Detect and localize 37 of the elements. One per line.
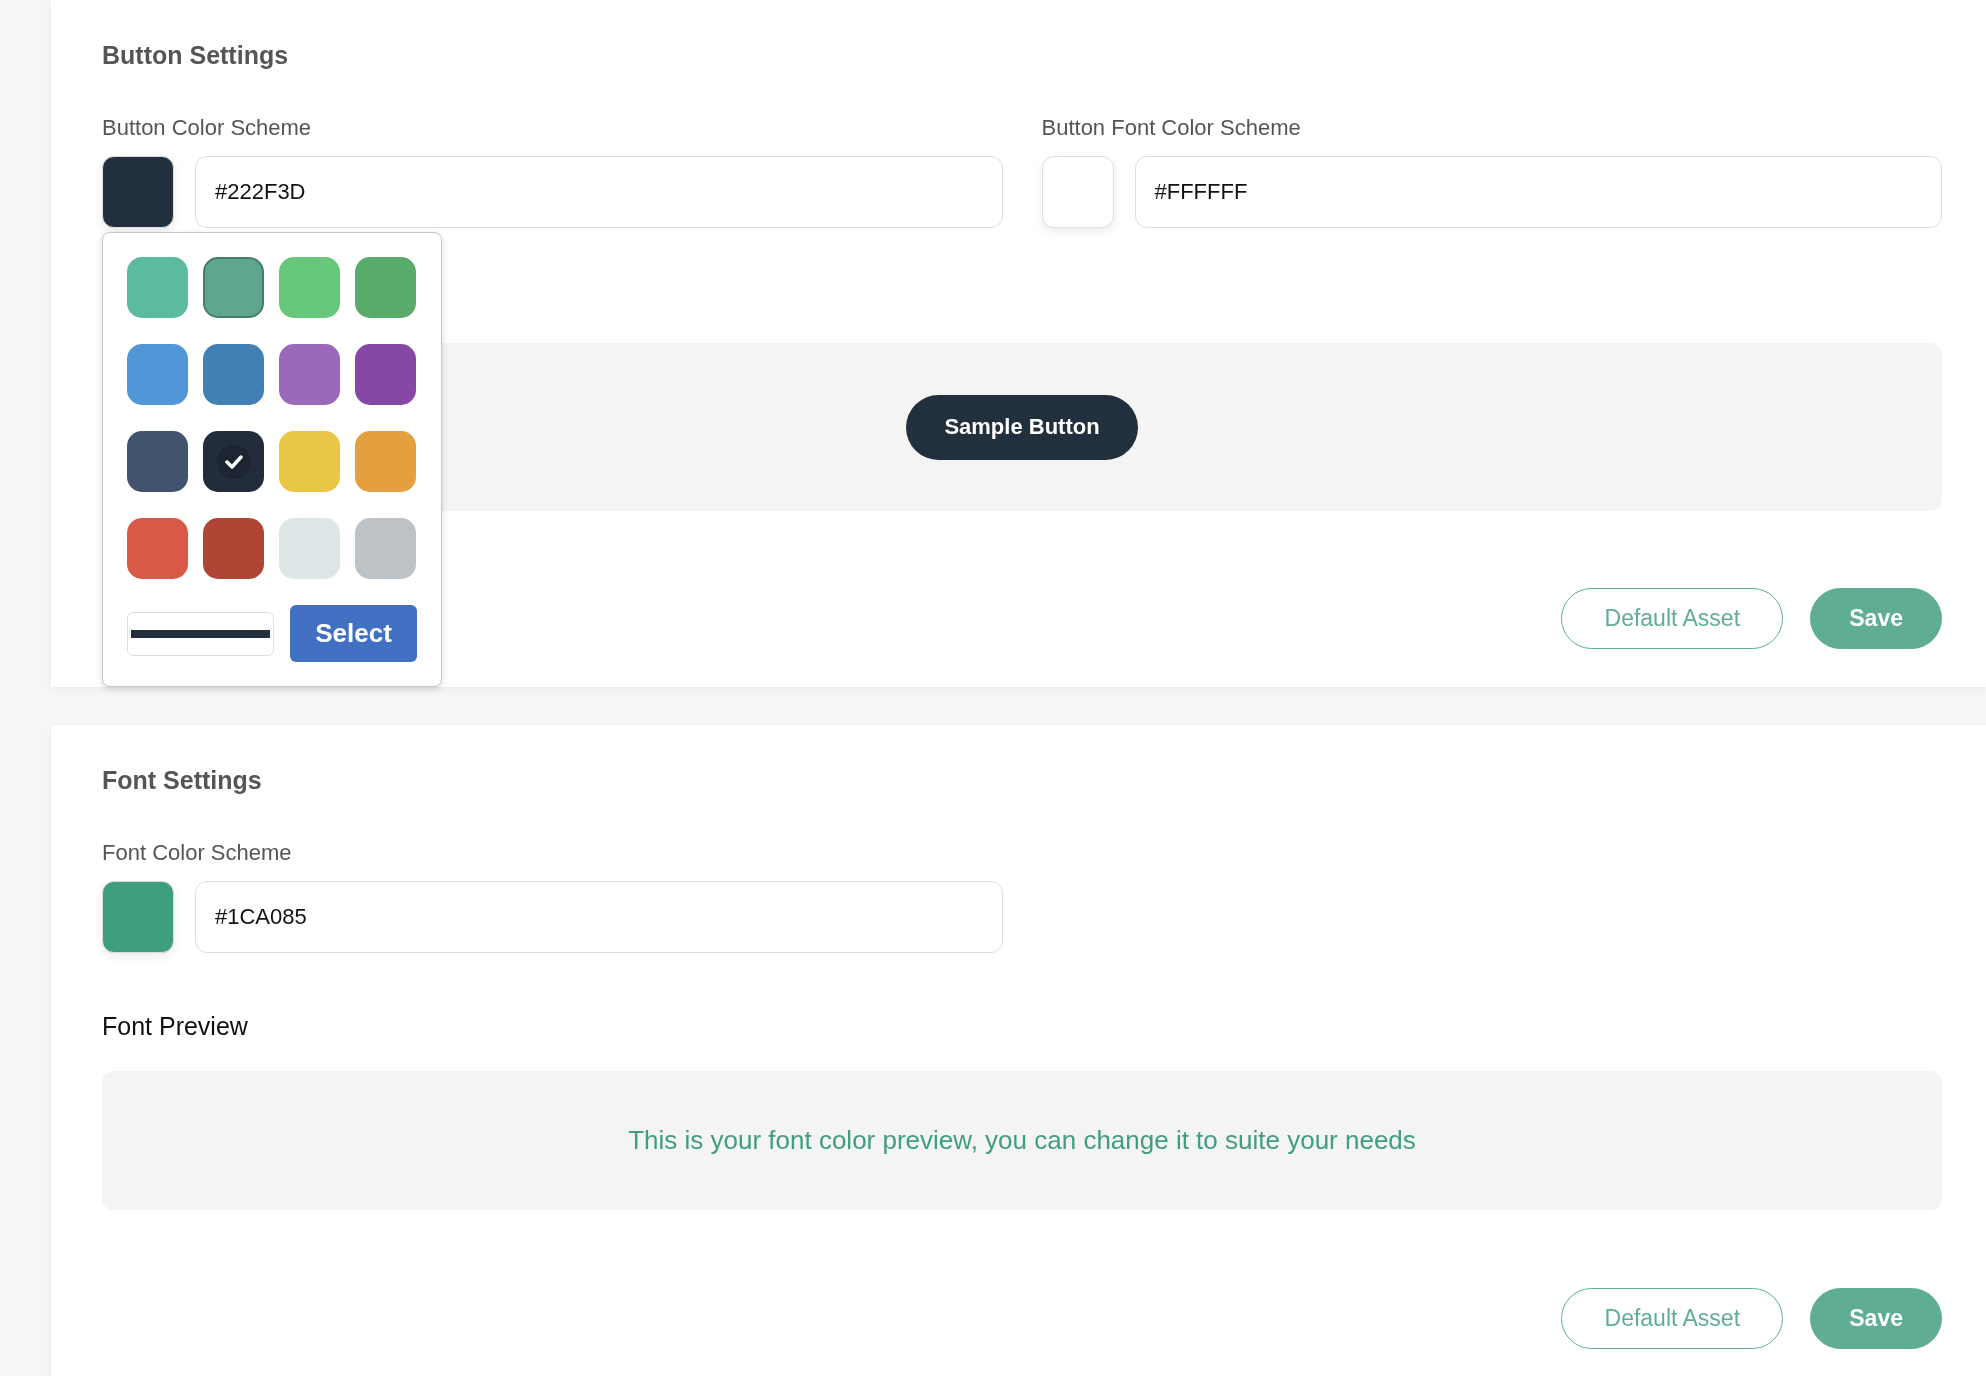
color-option[interactable]	[279, 518, 340, 579]
hex-input-field[interactable]: #222F3D	[195, 156, 1003, 228]
section-title: Font Settings	[102, 766, 263, 795]
color-option[interactable]	[355, 344, 416, 405]
color-option[interactable]	[355, 518, 416, 579]
color-option[interactable]	[355, 257, 416, 318]
color-option[interactable]	[355, 431, 416, 492]
hex-input-field[interactable]: #FFFFFF	[1134, 156, 1942, 228]
color-option[interactable]	[279, 257, 340, 318]
default-asset-button[interactable]: Default Asset	[1561, 588, 1784, 649]
color-option[interactable]	[203, 431, 264, 492]
color-input-field[interactable]	[127, 611, 274, 656]
select-button[interactable]: Select	[290, 605, 417, 662]
section-title: Button Settings	[102, 41, 290, 70]
field-label: Button Font Color Scheme	[1041, 115, 1302, 141]
color-swatch[interactable]	[102, 156, 174, 228]
field-label: Button Color Scheme	[102, 115, 313, 141]
default-asset-button[interactable]: Default Asset	[1561, 1288, 1784, 1349]
checkmark-icon	[224, 454, 243, 469]
color-option[interactable]	[203, 344, 264, 405]
preview-label: Font Preview	[102, 1012, 249, 1041]
color-option[interactable]	[127, 431, 188, 492]
color-swatch[interactable]	[1041, 156, 1114, 228]
color-option[interactable]	[203, 518, 264, 579]
hex-input-field[interactable]: #1CA085	[195, 881, 1003, 953]
color-option[interactable]	[279, 431, 340, 492]
preview-text: This is your font color preview, you can change it to suite your needs	[628, 1125, 1416, 1156]
color-swatch[interactable]	[102, 881, 174, 953]
field-label: Font Color Scheme	[102, 840, 293, 866]
sample-button[interactable]: Sample Button	[906, 394, 1138, 460]
save-button[interactable]: Save	[1810, 1288, 1942, 1349]
color-option[interactable]	[203, 257, 264, 318]
color-option[interactable]	[127, 518, 188, 579]
color-option[interactable]	[279, 344, 340, 405]
save-button[interactable]: Save	[1810, 588, 1942, 649]
color-option[interactable]	[127, 257, 188, 318]
color-option[interactable]	[127, 344, 188, 405]
